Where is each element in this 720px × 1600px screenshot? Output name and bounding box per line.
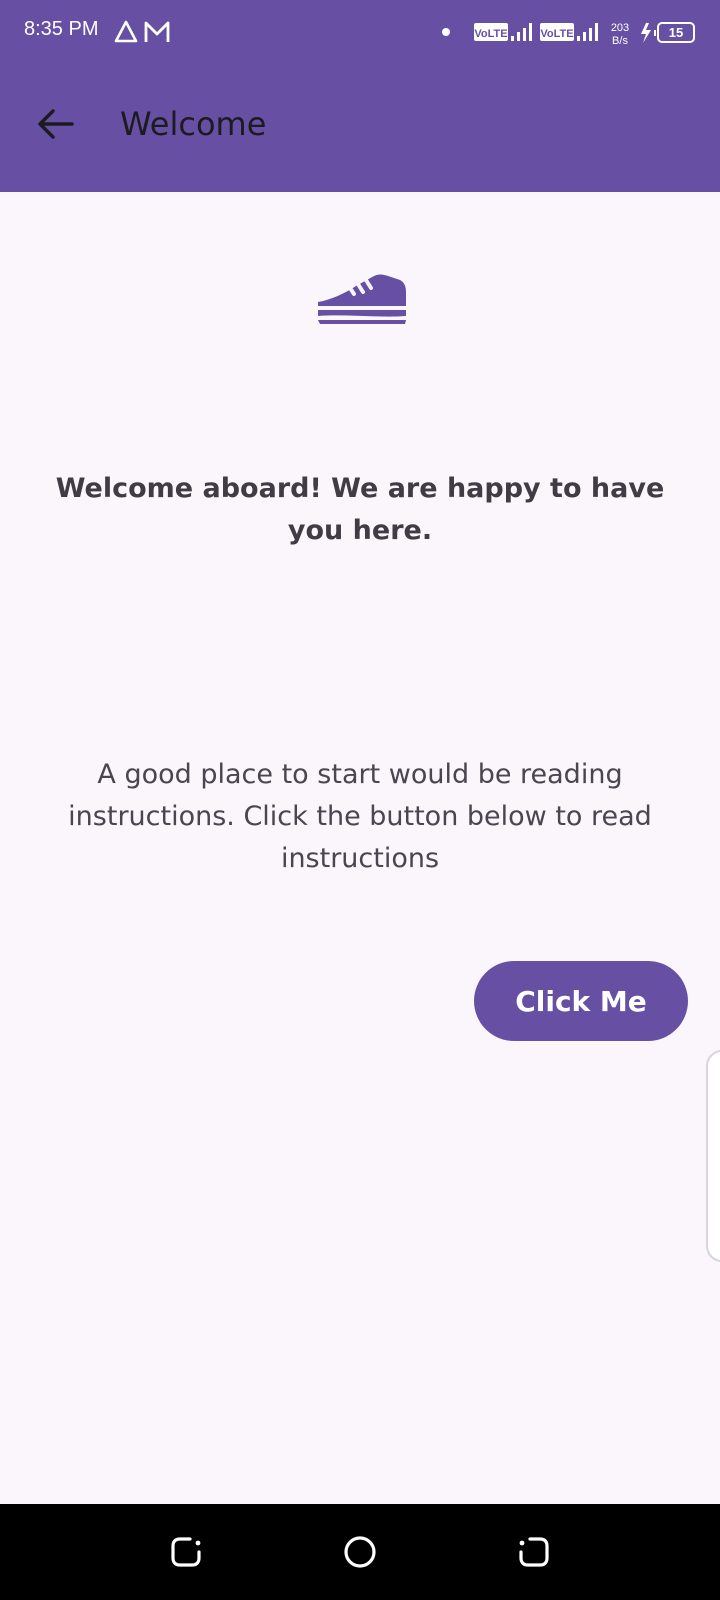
page-title: Welcome	[120, 105, 267, 143]
dot-icon	[442, 28, 450, 36]
charging-icon	[641, 23, 651, 43]
volte-signal-icon: VoLTE	[474, 23, 532, 41]
app-notification-icon	[114, 20, 138, 43]
svg-text:VoLTE: VoLTE	[474, 28, 507, 40]
battery-level: 15	[669, 25, 683, 40]
status-bar: 8:35 PM VoLTE VoLTE 203 B/s 15	[0, 0, 720, 64]
volte-signal-icon: VoLTE	[540, 23, 598, 41]
back-icon	[519, 1537, 549, 1567]
instructions-text: A good place to start would be reading i…	[68, 759, 652, 874]
home-button[interactable]	[338, 1530, 382, 1574]
shoe-icon	[318, 274, 406, 324]
status-notification-icons	[114, 20, 170, 43]
arrow-back-icon	[38, 109, 74, 139]
status-time: 8:35 PM	[24, 18, 99, 40]
recents-icon	[171, 1537, 201, 1567]
back-button[interactable]	[28, 96, 84, 152]
battery-icon: 15	[657, 22, 695, 43]
click-me-button[interactable]: Click Me	[474, 961, 688, 1041]
status-system-icons: VoLTE VoLTE 203 B/s 15	[442, 22, 695, 47]
app-bar	[0, 64, 720, 192]
recents-button[interactable]	[164, 1530, 208, 1574]
welcome-heading: Welcome aboard! We are happy to have you…	[55, 473, 665, 546]
edge-panel-handle[interactable]	[706, 1050, 720, 1262]
back-nav-button[interactable]	[512, 1530, 556, 1574]
svg-text:VoLTE: VoLTE	[540, 28, 573, 40]
network-speed-unit: B/s	[612, 35, 628, 47]
home-icon	[344, 1536, 376, 1568]
gmail-icon	[144, 21, 170, 42]
status-right-icons: VoLTE VoLTE 203 B/s 15	[438, 20, 698, 48]
network-speed-value: 203	[611, 22, 629, 34]
